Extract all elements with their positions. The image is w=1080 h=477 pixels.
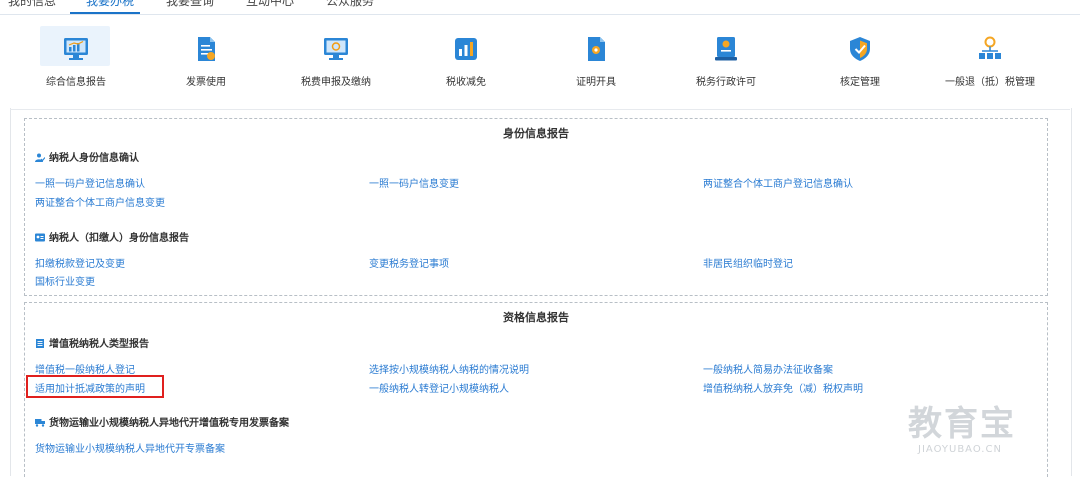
group-heading: 纳税人身份信息确认 [35, 149, 139, 164]
link-nonresident-temp-registration[interactable]: 非居民组织临时登记 [703, 255, 793, 270]
link-vat-general-registration[interactable]: 增值税一般纳税人登记 [35, 361, 135, 376]
qualification-info-section: 资格信息报告 增值税纳税人类型报告 增值税一般纳税人登记 选择按小规模纳税人纳税… [24, 302, 1048, 477]
org-tree-icon [979, 36, 1001, 59]
certificate-icon [588, 37, 605, 61]
invoice-document-icon [198, 37, 215, 61]
service-icon-row: 综合信息报告 发票使用 税费申报及缴纳 税收减免 证明开具 税务行政许可 核定管… [0, 26, 1080, 94]
id-card-icon [35, 233, 45, 242]
section-title: 身份信息报告 [503, 127, 569, 140]
service-label: 发票使用 [186, 77, 226, 88]
group-heading-text: 纳税人身份信息确认 [49, 153, 139, 164]
link-unified-code-change[interactable]: 一照一码户信息变更 [369, 175, 459, 190]
active-tab-indicator [70, 12, 140, 14]
group-heading-text: 货物运输业小规模纳税人异地代开增值税专用发票备案 [49, 418, 289, 429]
declaration-monitor-icon [324, 38, 348, 60]
group-heading: 纳税人（扣缴人）身份信息报告 [35, 229, 189, 244]
service-label: 税务行政许可 [696, 77, 756, 88]
group-heading: 增值税纳税人类型报告 [35, 335, 149, 350]
section-title: 资格信息报告 [503, 311, 569, 324]
link-small-scale-statement[interactable]: 选择按小规模纳税人纳税的情况说明 [369, 361, 529, 376]
tab-tax-handling[interactable]: 我要办税 [86, 0, 134, 9]
tab-query[interactable]: 我要查询 [166, 0, 214, 9]
license-icon [715, 37, 737, 61]
link-industry-change[interactable]: 国标行业变更 [35, 273, 95, 288]
service-label: 一般退（抵）税管理 [945, 77, 1035, 88]
red-highlight-box [26, 375, 164, 398]
shield-check-icon [850, 37, 870, 61]
service-label: 税收减免 [446, 77, 486, 88]
service-label: 核定管理 [840, 77, 880, 88]
group-heading: 货物运输业小规模纳税人异地代开增值税专用发票备案 [35, 414, 289, 429]
service-label: 证明开具 [576, 77, 616, 88]
link-individual-business-confirm[interactable]: 两证整合个体工商户登记信息确认 [703, 175, 853, 190]
link-freight-offsite-invoice-filing[interactable]: 货物运输业小规模纳税人异地代开专票备案 [35, 440, 225, 455]
link-unified-code-confirm[interactable]: 一照一码户登记信息确认 [35, 175, 145, 190]
list-document-icon [36, 339, 44, 348]
tab-my-info[interactable]: 我的信息 [8, 0, 56, 9]
watermark-url: JIAOYUBAO.CN [918, 444, 1002, 455]
service-label: 税费申报及缴纳 [301, 77, 371, 88]
top-navigation: 我的信息 我要办税 我要查询 互动中心 公众服务 [0, 0, 1080, 15]
divider [10, 109, 1070, 110]
report-monitor-icon [64, 38, 88, 60]
tab-public-service[interactable]: 公众服务 [326, 0, 374, 9]
tab-interaction-center[interactable]: 互动中心 [246, 0, 294, 9]
link-individual-business-change[interactable]: 两证整合个体工商户信息变更 [35, 194, 165, 209]
link-waive-exemption-declaration[interactable]: 增值税纳税人放弃免（减）税权声明 [703, 380, 863, 395]
person-check-icon [35, 153, 45, 162]
link-change-tax-registration[interactable]: 变更税务登记事项 [369, 255, 449, 270]
link-simplified-method-filing[interactable]: 一般纳税人简易办法征收备案 [703, 361, 833, 376]
group-heading-text: 纳税人（扣缴人）身份信息报告 [49, 233, 189, 244]
link-withholding-registration[interactable]: 扣缴税款登记及变更 [35, 255, 125, 270]
identity-info-section: 身份信息报告 纳税人身份信息确认 一照一码户登记信息确认 一照一码户信息变更 两… [24, 118, 1048, 296]
group-heading-text: 增值税纳税人类型报告 [49, 339, 149, 350]
watermark-logo: 教育宝 [908, 404, 1016, 444]
link-general-to-small-scale[interactable]: 一般纳税人转登记小规模纳税人 [369, 380, 509, 395]
tax-reduction-chart-icon [455, 38, 477, 60]
truck-icon [35, 419, 45, 427]
service-label: 综合信息报告 [46, 77, 106, 88]
